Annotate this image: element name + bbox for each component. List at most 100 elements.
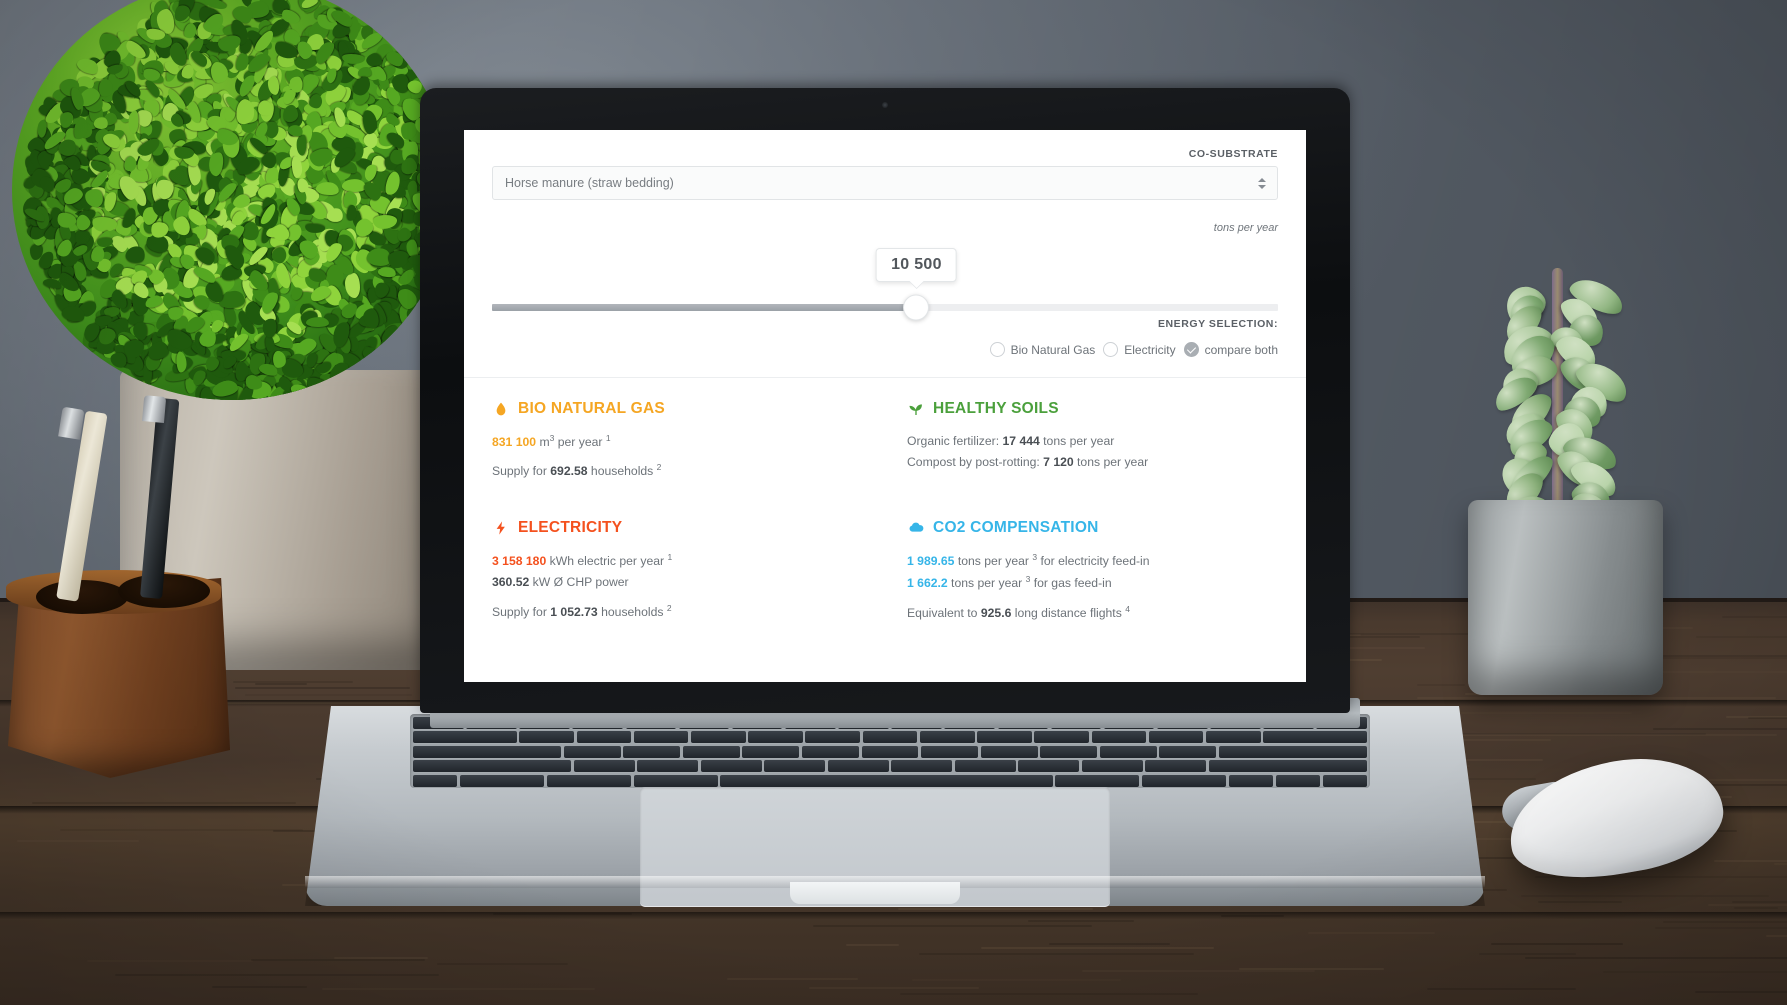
keyboard-key[interactable] — [1206, 731, 1261, 743]
keyboard-key[interactable] — [1142, 775, 1226, 787]
keyboard-key[interactable] — [862, 746, 919, 758]
pen-holder-hole — [36, 580, 128, 614]
keyboard-key[interactable] — [691, 731, 746, 743]
keyboard-key[interactable] — [637, 760, 698, 772]
co-substrate-select[interactable]: Horse manure (straw bedding) — [492, 166, 1278, 200]
keyboard-key[interactable] — [1263, 731, 1367, 743]
card-line: Equivalent to 925.6 long distance flight… — [907, 602, 1278, 624]
keyboard-key[interactable] — [1159, 746, 1216, 758]
cloud-icon — [907, 519, 924, 536]
sprout-icon — [907, 401, 924, 418]
keyboard-key[interactable] — [574, 760, 635, 772]
keyboard-key[interactable] — [413, 760, 571, 772]
keyboard-key[interactable] — [802, 746, 859, 758]
keyboard-key[interactable] — [981, 746, 1038, 758]
card-line: 1 989.65 tons per year 3 for electricity… — [907, 550, 1278, 572]
keyboard-row — [413, 775, 1367, 787]
keyboard-key[interactable] — [955, 760, 1016, 772]
keyboard-key[interactable] — [1323, 775, 1367, 787]
keyboard-key[interactable] — [805, 731, 860, 743]
laptop-lid: CO-SUBSTRATE Horse manure (straw bedding… — [420, 88, 1350, 713]
pen-holder-hole — [118, 574, 210, 608]
card-electricity: ELECTRICITY 3 158 180 kWh electric per ye… — [492, 497, 885, 638]
keyboard-row — [413, 760, 1367, 772]
energy-radio-label: compare both — [1205, 343, 1278, 357]
keyboard-key[interactable] — [977, 731, 1032, 743]
results-cards: BIO NATURAL GAS 831 100 m3 per year 1 Supp… — [492, 378, 1278, 638]
keyboard-key[interactable] — [1229, 775, 1273, 787]
keyboard-key[interactable] — [764, 760, 825, 772]
keyboard-key[interactable] — [519, 731, 574, 743]
keyboard-key[interactable] — [413, 775, 457, 787]
keyboard-key[interactable] — [828, 760, 889, 772]
energy-radio-electricity[interactable]: Electricity — [1103, 342, 1175, 357]
card-line: 831 100 m3 per year 1 — [492, 431, 885, 453]
succulent-pot — [1468, 500, 1663, 695]
keyboard-key[interactable] — [921, 746, 978, 758]
keyboard-key[interactable] — [683, 746, 740, 758]
keyboard-key[interactable] — [863, 731, 918, 743]
keyboard-key[interactable] — [1040, 746, 1097, 758]
laptop-screen: CO-SUBSTRATE Horse manure (straw bedding… — [464, 130, 1306, 682]
co-substrate-label: CO-SUBSTRATE — [492, 148, 1278, 160]
keyboard-key[interactable] — [547, 775, 631, 787]
radio-unchecked-icon[interactable] — [1103, 342, 1118, 357]
desk-plank-seam — [0, 912, 1787, 920]
card-line: Organic fertilizer: 17 444 tons per year — [907, 431, 1278, 452]
keyboard-key[interactable] — [1018, 760, 1079, 772]
radio-checked-icon[interactable] — [1184, 342, 1199, 357]
energy-radio-bio-natural-gas[interactable]: Bio Natural Gas — [990, 342, 1096, 357]
keyboard-key[interactable] — [1034, 731, 1089, 743]
keyboard-key[interactable] — [742, 746, 799, 758]
energy-radio-label: Bio Natural Gas — [1011, 343, 1096, 357]
keyboard-key[interactable] — [1145, 760, 1206, 772]
keyboard-key[interactable] — [413, 731, 517, 743]
keyboard-key[interactable] — [623, 746, 680, 758]
co-substrate-select-value: Horse manure (straw bedding) — [505, 176, 674, 190]
keyboard-key[interactable] — [413, 746, 561, 758]
lightning-bolt-icon — [492, 519, 509, 536]
amount-slider[interactable]: 10 500 — [492, 254, 1278, 310]
card-title: ELECTRICITY — [518, 519, 622, 537]
card-bio-natural-gas: BIO NATURAL GAS 831 100 m3 per year 1 Supp… — [492, 378, 885, 497]
keyboard-key[interactable] — [920, 731, 975, 743]
keyboard-key[interactable] — [577, 731, 632, 743]
slider-handle[interactable] — [903, 295, 929, 321]
keyboard-key[interactable] — [748, 731, 803, 743]
card-title: HEALTHY SOILS — [933, 400, 1059, 418]
keyboard-key[interactable] — [1055, 775, 1139, 787]
card-header: BIO NATURAL GAS — [492, 400, 885, 418]
keyboard-key[interactable] — [891, 760, 952, 772]
slider-value: 10 500 — [891, 256, 942, 273]
keyboard-key[interactable] — [1209, 760, 1367, 772]
cream-pen-cap — [58, 407, 84, 440]
keyboard-key[interactable] — [720, 775, 1052, 787]
keyboard-key[interactable] — [564, 746, 621, 758]
keyboard-key[interactable] — [1219, 746, 1367, 758]
black-pen-cap — [142, 395, 166, 423]
keyboard-key[interactable] — [460, 775, 544, 787]
card-line: Compost by post-rotting: 7 120 tons per … — [907, 452, 1278, 473]
keyboard-key[interactable] — [1082, 760, 1143, 772]
card-healthy-soils: HEALTHY SOILS Organic fertilizer: 17 444 … — [885, 378, 1278, 497]
biogas-calculator-page: CO-SUBSTRATE Horse manure (straw bedding… — [464, 130, 1306, 682]
keyboard-key[interactable] — [1100, 746, 1157, 758]
keyboard-key[interactable] — [634, 775, 718, 787]
slider-track-fill — [492, 304, 916, 311]
slider-track[interactable] — [492, 304, 1278, 311]
laptop-front-notch — [790, 882, 960, 904]
keyboard-key[interactable] — [701, 760, 762, 772]
energy-radio-compare-both[interactable]: compare both — [1184, 342, 1278, 357]
co-substrate-select-wrap: Horse manure (straw bedding) — [492, 166, 1278, 200]
keyboard-key[interactable] — [1149, 731, 1204, 743]
webcam-icon — [882, 102, 888, 108]
slider-units-label: tons per year — [492, 222, 1278, 234]
keyboard-key[interactable] — [634, 731, 689, 743]
radio-unchecked-icon[interactable] — [990, 342, 1005, 357]
keyboard-key[interactable] — [1092, 731, 1147, 743]
card-line: Supply for 692.58 households 2 — [492, 460, 885, 482]
keyboard-key[interactable] — [1276, 775, 1320, 787]
flame-drop-icon — [492, 401, 509, 418]
card-line: 1 662.2 tons per year 3 for gas feed-in — [907, 572, 1278, 594]
card-line: Supply for 1 052.73 households 2 — [492, 601, 885, 623]
